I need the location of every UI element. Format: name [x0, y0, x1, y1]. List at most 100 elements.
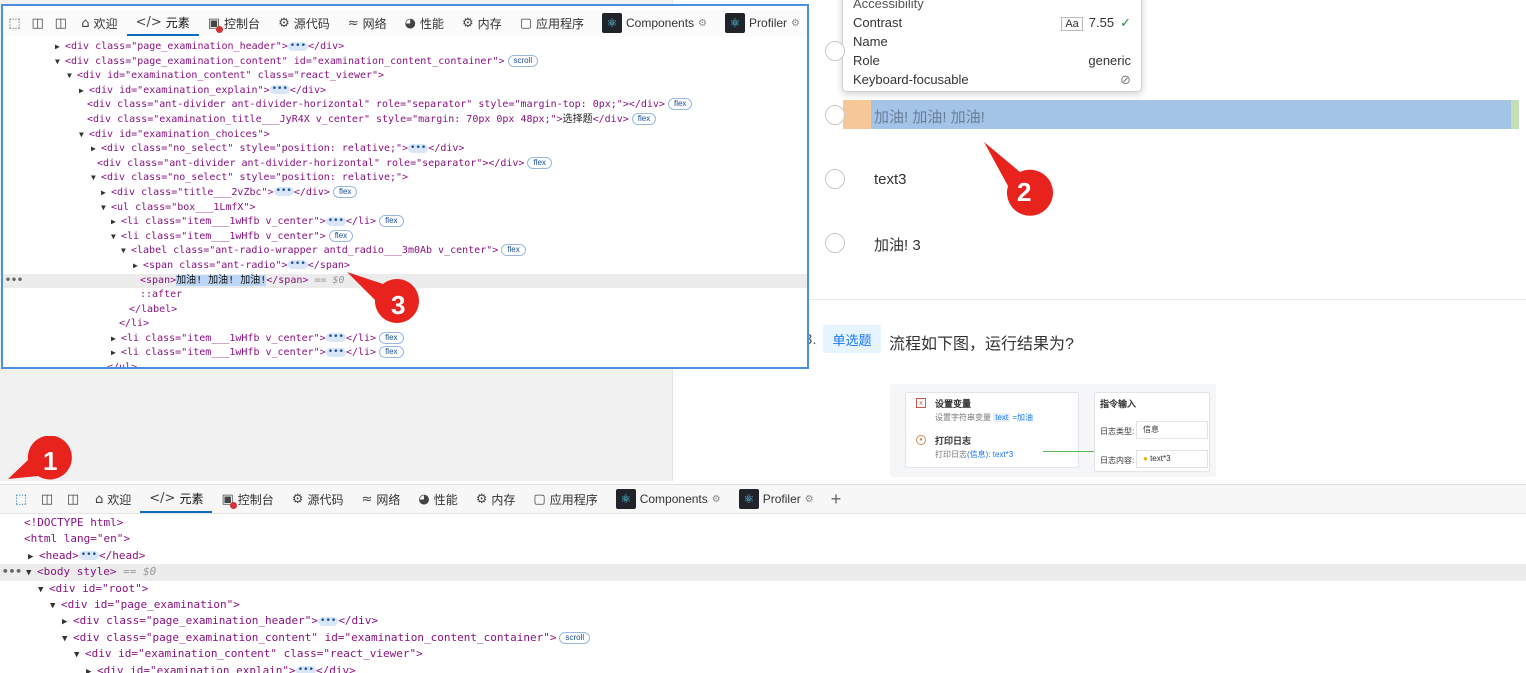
- expand-triangle-icon[interactable]: ▼: [26, 565, 37, 581]
- more-options-icon[interactable]: •••: [2, 564, 22, 580]
- radio-option-4[interactable]: [825, 233, 845, 253]
- tab-components[interactable]: ⚛ Components ⚙: [593, 10, 716, 36]
- collapsed-children-icon[interactable]: •••: [78, 551, 100, 561]
- expand-triangle-icon[interactable]: ▼: [62, 631, 73, 647]
- radio-option-2[interactable]: [825, 105, 845, 125]
- layout-badge[interactable]: flex: [379, 215, 404, 228]
- expand-triangle-icon[interactable]: ▼: [38, 582, 49, 598]
- tab-sources[interactable]: ⚙ 源代码: [269, 10, 339, 36]
- collapse-triangle-icon[interactable]: ▶: [133, 259, 143, 274]
- dom-node-row[interactable]: ▼ <ul class="box___1LmfX">: [3, 201, 807, 216]
- dom-node-row[interactable]: ▶ <head> ••• </head>: [0, 548, 1526, 564]
- collapse-triangle-icon[interactable]: ▶: [55, 40, 65, 55]
- collapse-triangle-icon[interactable]: ▶: [111, 332, 121, 347]
- layout-badge[interactable]: flex: [328, 229, 354, 242]
- expand-triangle-icon[interactable]: ▼: [67, 69, 77, 84]
- collapsed-children-icon[interactable]: •••: [325, 347, 346, 357]
- expand-triangle-icon[interactable]: ▼: [111, 230, 121, 245]
- dom-node-row[interactable]: <html lang="en">: [0, 531, 1526, 547]
- option-4-text[interactable]: 加油! 3: [874, 234, 921, 255]
- dom-node-row[interactable]: ▼ <div id="examination_choices">: [3, 128, 807, 143]
- collapsed-children-icon[interactable]: •••: [325, 216, 346, 226]
- dom-node-row[interactable]: </ul>: [3, 361, 807, 367]
- collapse-triangle-icon[interactable]: ▶: [111, 215, 121, 230]
- collapse-triangle-icon[interactable]: ▶: [79, 84, 89, 99]
- tab-welcome[interactable]: ⌂ 欢迎: [72, 10, 126, 36]
- layout-badge[interactable]: scroll: [507, 54, 539, 67]
- dom-node-row[interactable]: ▼ <div class="page_examination_content" i…: [0, 630, 1526, 646]
- dom-node-row[interactable]: ▶ <div class="no_select" style="position:…: [3, 142, 807, 157]
- collapsed-children-icon[interactable]: •••: [287, 41, 309, 51]
- expand-triangle-icon[interactable]: ▼: [50, 598, 61, 614]
- dom-node-row[interactable]: <!DOCTYPE html>: [0, 515, 1526, 531]
- dom-node-row[interactable]: ▼ <div id="examination_content" class="re…: [3, 69, 807, 84]
- collapsed-children-icon[interactable]: •••: [325, 333, 346, 343]
- collapse-triangle-icon[interactable]: ▶: [91, 142, 101, 157]
- collapsed-children-icon[interactable]: •••: [273, 187, 294, 197]
- collapse-triangle-icon[interactable]: ▶: [111, 346, 121, 361]
- dom-node-row[interactable]: ▼ <label class="ant-radio-wrapper antd_ra…: [3, 244, 807, 259]
- layout-badge[interactable]: flex: [527, 156, 552, 169]
- tab-performance[interactable]: ◕ 性能: [409, 485, 466, 513]
- tab-network[interactable]: ≈ 网络: [352, 485, 409, 513]
- dom-node-row[interactable]: ▶ <div class="page_examination_header"> ••…: [0, 613, 1526, 629]
- tab-console[interactable]: ▣ 控制台: [212, 485, 282, 513]
- tab-memory[interactable]: ⚙ 内存: [453, 10, 511, 36]
- tab-profiler[interactable]: ⚛ Profiler ⚙: [716, 10, 807, 36]
- radio-option-3[interactable]: [825, 169, 845, 189]
- dom-node-row[interactable]: ▼ <div id="examination_content" class="re…: [0, 646, 1526, 662]
- dom-node-row[interactable]: ▼ <div id="page_examination">: [0, 597, 1526, 613]
- dom-node-row[interactable]: ▶ <li class="item___1wHfb v_center"> ••• </…: [3, 346, 807, 361]
- dom-node-row[interactable]: ▶ <li class="item___1wHfb v_center"> ••• </…: [3, 331, 807, 347]
- expand-triangle-icon[interactable]: ▼: [121, 244, 131, 259]
- dom-node-row[interactable]: ▼ <div class="page_examination_content" i…: [3, 54, 807, 70]
- tab-network[interactable]: ≈ 网络: [339, 10, 396, 36]
- layout-badge[interactable]: flex: [667, 98, 693, 111]
- tab-application[interactable]: ▢ 应用程序: [511, 10, 593, 36]
- dom-node-row[interactable]: ▶ <div id="examination_explain"> ••• </div>: [0, 663, 1526, 673]
- device-emulation-icon[interactable]: ◫: [34, 487, 60, 511]
- expand-triangle-icon[interactable]: ▼: [55, 55, 65, 70]
- dom-node-row[interactable]: ▶ <div class="title___2vZbc"> ••• </div> fle…: [3, 185, 807, 201]
- expand-triangle-icon[interactable]: ▼: [91, 171, 101, 186]
- option-3-text[interactable]: text3: [874, 171, 907, 188]
- dom-node-row[interactable]: ▶ <div id="examination_explain"> ••• </div>: [3, 84, 807, 99]
- dom-node-row[interactable]: ▼ <div id="root">: [0, 581, 1526, 597]
- tab-sources[interactable]: ⚙ 源代码: [283, 485, 353, 513]
- collapsed-children-icon[interactable]: •••: [295, 666, 316, 673]
- more-options-icon[interactable]: •••: [5, 274, 23, 289]
- expand-triangle-icon[interactable]: ▼: [79, 128, 89, 143]
- collapse-triangle-icon[interactable]: ▶: [28, 549, 39, 565]
- collapsed-children-icon[interactable]: •••: [287, 260, 308, 270]
- tab-elements[interactable]: </> 元素: [126, 10, 199, 36]
- tab-console[interactable]: ▣ 控制台: [199, 10, 269, 36]
- dock-icon[interactable]: ◫: [49, 11, 72, 35]
- dock-icon[interactable]: ◫: [60, 487, 86, 511]
- tab-memory[interactable]: ⚙ 内存: [467, 485, 525, 513]
- layout-badge[interactable]: flex: [631, 112, 657, 125]
- collapse-triangle-icon[interactable]: ▶: [86, 664, 97, 673]
- option-2-text[interactable]: 加油! 加油! 加油!: [874, 106, 985, 127]
- layout-badge[interactable]: flex: [332, 185, 358, 198]
- collapsed-children-icon[interactable]: •••: [408, 143, 429, 153]
- layout-badge[interactable]: flex: [379, 331, 404, 344]
- collapsed-children-icon[interactable]: •••: [269, 85, 290, 95]
- dom-node-row[interactable]: ▼ <li class="item___1wHfb v_center"> flex: [3, 229, 807, 245]
- radio-option-1[interactable]: [825, 41, 845, 61]
- layout-badge[interactable]: flex: [379, 346, 404, 359]
- collapse-triangle-icon[interactable]: ▶: [62, 614, 73, 630]
- tab-elements[interactable]: </> 元素: [140, 485, 213, 513]
- layout-badge[interactable]: scroll: [559, 631, 591, 644]
- dom-node-row[interactable]: ••• ▼ <body style> == $0: [0, 564, 1526, 581]
- layout-badge[interactable]: flex: [501, 244, 526, 257]
- dom-node-row[interactable]: <div class="ant-divider ant-divider-hori…: [3, 156, 807, 172]
- tab-performance[interactable]: ◕ 性能: [396, 10, 453, 36]
- expand-triangle-icon[interactable]: ▼: [101, 201, 111, 216]
- inspect-icon[interactable]: ⬚: [8, 487, 34, 511]
- dom-node-row[interactable]: ▶ <li class="item___1wHfb v_center"> ••• </…: [3, 215, 807, 230]
- expand-triangle-icon[interactable]: ▼: [74, 647, 85, 663]
- elements-tree-docked[interactable]: <!DOCTYPE html> <html lang="en"> ▶ <head> ••…: [0, 515, 1526, 673]
- dom-node-row[interactable]: ▶ <div class="page_examination_header"> ••…: [3, 40, 807, 55]
- tab-components[interactable]: ⚛ Components ⚙: [607, 485, 730, 513]
- tab-profiler[interactable]: ⚛ Profiler ⚙: [730, 485, 823, 513]
